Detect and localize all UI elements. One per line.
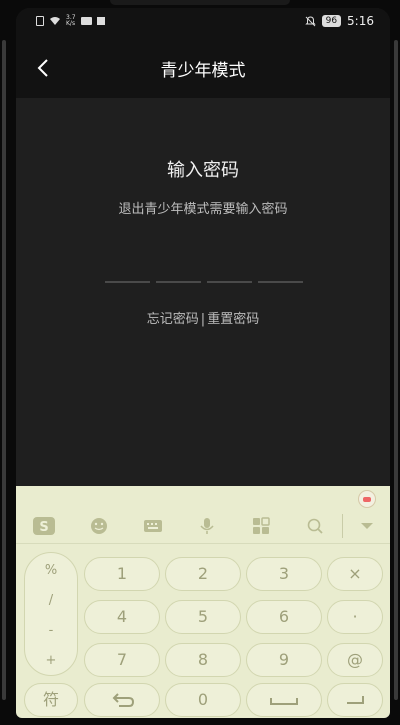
key-8[interactable]: 8: [165, 643, 241, 677]
battery-indicator: 96: [321, 15, 342, 27]
symbol-percent[interactable]: %: [25, 563, 77, 578]
key-return-back[interactable]: [84, 683, 160, 717]
key-1[interactable]: 1: [84, 557, 160, 591]
symbol-column[interactable]: % / - +: [24, 552, 78, 676]
numeric-keyboard: S % / - + 1 2 3 × 4 5 6 · 7 8 9 @ 符 0: [16, 486, 390, 718]
network-speed: 3.7 K/s: [66, 14, 76, 27]
password-heading: 输入密码: [167, 160, 239, 181]
password-slot-4: [258, 281, 303, 283]
password-slot-2: [156, 281, 201, 283]
emoji-icon[interactable]: [88, 516, 110, 536]
search-icon[interactable]: [304, 516, 326, 536]
key-7[interactable]: 7: [84, 643, 160, 677]
key-dot[interactable]: ·: [327, 600, 383, 634]
key-at[interactable]: @: [327, 643, 383, 677]
key-enter[interactable]: [327, 683, 383, 717]
key-symbols[interactable]: 符: [24, 683, 78, 717]
toolbar-divider: [342, 514, 343, 538]
space-icon: [270, 697, 298, 705]
status-right: 96 5:16: [304, 14, 374, 28]
key-9[interactable]: 9: [246, 643, 322, 677]
forgot-password-link[interactable]: 忘记密码: [147, 312, 199, 327]
status-bar: 3.7 K/s 96 5:16: [16, 8, 390, 36]
svg-text:S: S: [39, 520, 48, 535]
notification-icon-2: [96, 17, 105, 25]
symbol-slash[interactable]: /: [25, 593, 77, 608]
notification-icon: [80, 17, 92, 25]
clock: 5:16: [347, 14, 374, 28]
password-slot-1: [105, 281, 150, 283]
collapse-icon[interactable]: [356, 516, 378, 536]
wifi-icon: [49, 16, 61, 26]
key-0[interactable]: 0: [165, 683, 241, 717]
password-panel: 输入密码 退出青少年模式需要输入密码 忘记密码 | 重置密码: [16, 98, 390, 488]
page-title: 青少年模式: [160, 61, 246, 81]
key-6[interactable]: 6: [246, 600, 322, 634]
sogou-logo-icon[interactable]: S: [32, 516, 55, 536]
key-2[interactable]: 2: [165, 557, 241, 591]
frame-edge-left: [2, 40, 6, 700]
key-space[interactable]: [246, 683, 322, 717]
return-arrow-icon: [112, 692, 135, 707]
ime-mascot-icon[interactable]: [358, 490, 376, 508]
symbol-plus[interactable]: +: [25, 653, 77, 668]
notch: [110, 0, 290, 5]
symbol-minus[interactable]: -: [25, 623, 77, 638]
keyboard-toolbar: S: [16, 508, 390, 544]
password-description: 退出青少年模式需要输入密码: [118, 202, 288, 217]
key-delete[interactable]: ×: [327, 557, 383, 591]
password-input[interactable]: [105, 281, 303, 283]
mute-bell-icon: [304, 15, 316, 26]
microphone-icon[interactable]: [196, 516, 218, 536]
frame-edge-right: [394, 40, 398, 700]
key-4[interactable]: 4: [84, 600, 160, 634]
key-3[interactable]: 3: [246, 557, 322, 591]
password-links: 忘记密码 | 重置密码: [16, 308, 390, 327]
phone-frame: 3.7 K/s 96 5:16 青少年模式 输入密码 退出青少年模式需要输入密码…: [0, 0, 400, 725]
link-separator: |: [200, 312, 206, 327]
status-left: 3.7 K/s: [36, 15, 105, 27]
reset-password-link[interactable]: 重置密码: [207, 312, 259, 327]
keyboard-icon[interactable]: [142, 516, 164, 536]
nav-bar: 青少年模式: [16, 36, 390, 98]
enter-icon: [347, 695, 364, 704]
screen: 3.7 K/s 96 5:16 青少年模式 输入密码 退出青少年模式需要输入密码…: [16, 8, 390, 718]
password-slot-3: [207, 281, 252, 283]
grid-icon[interactable]: [250, 516, 272, 536]
key-5[interactable]: 5: [165, 600, 241, 634]
sim-icon: [36, 16, 44, 26]
